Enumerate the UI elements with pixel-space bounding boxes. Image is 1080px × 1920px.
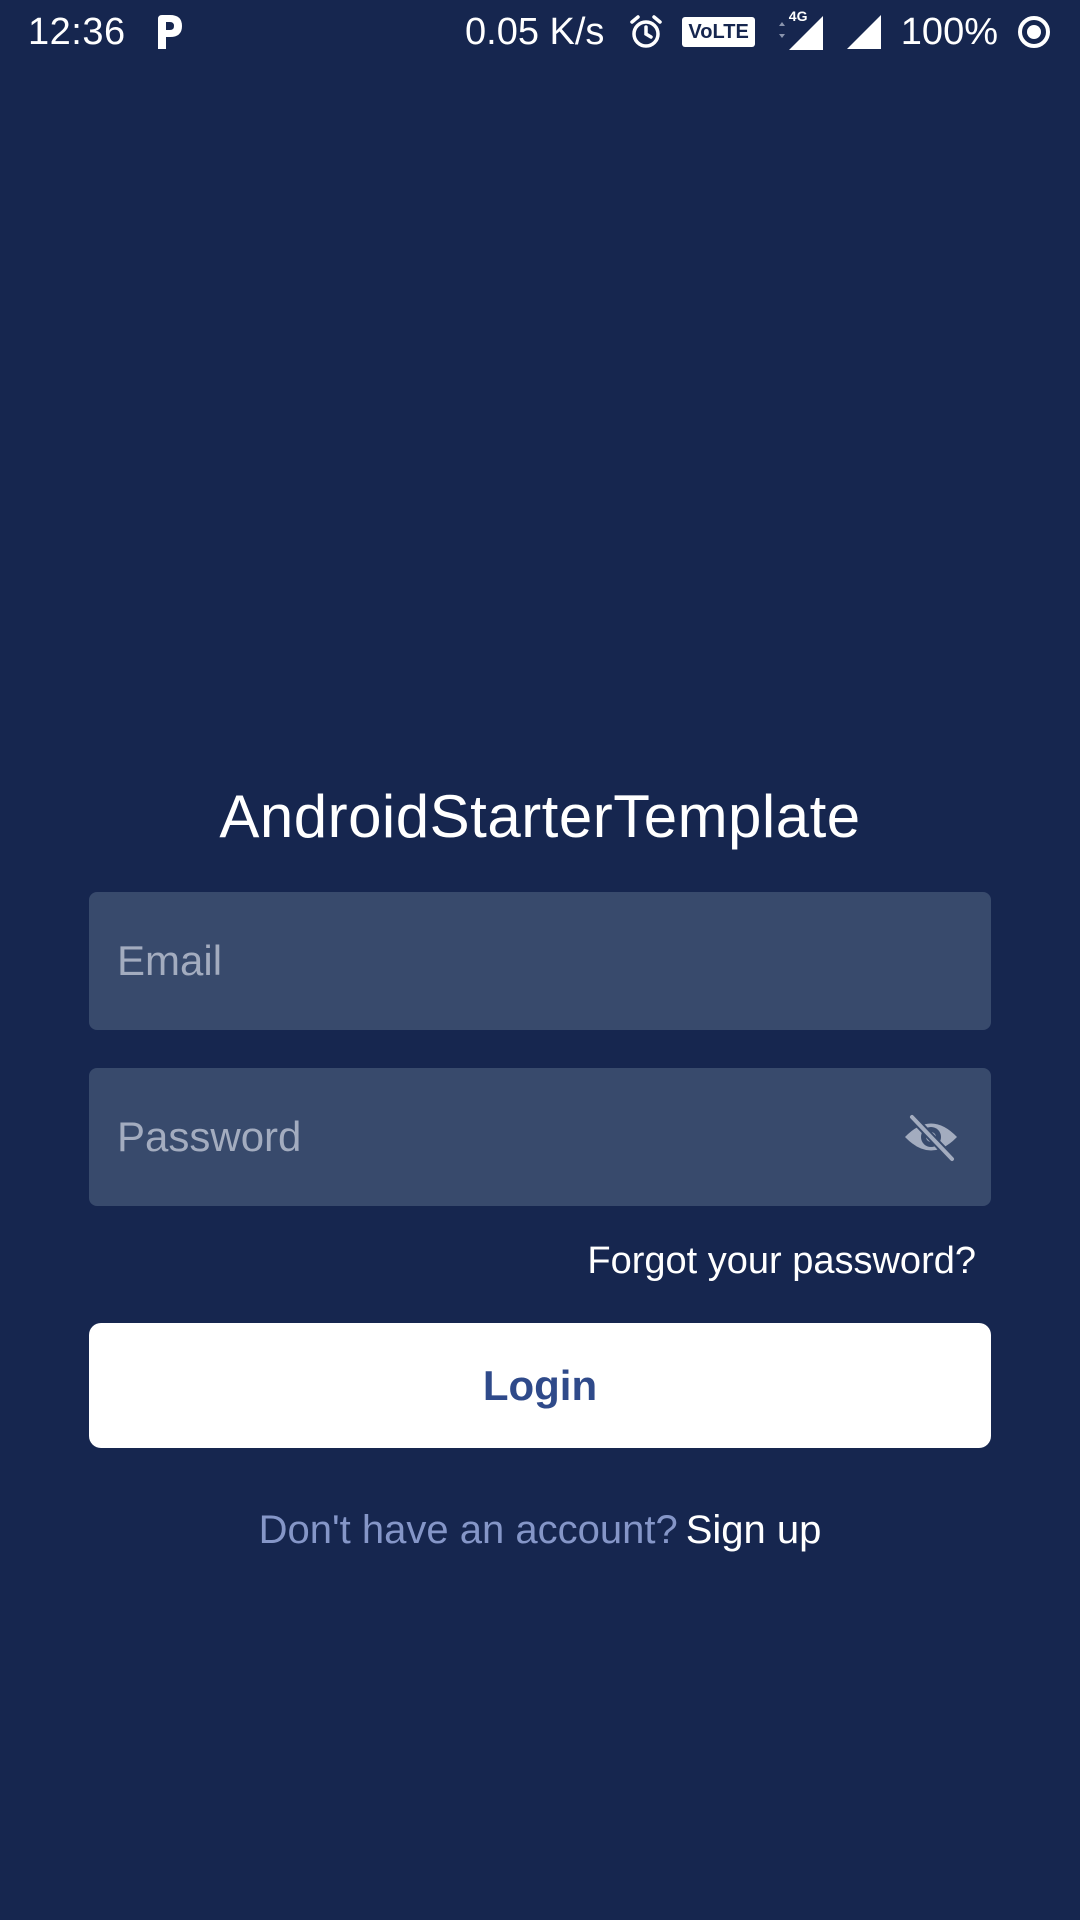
network-speed: 0.05 K/s bbox=[465, 10, 605, 53]
signup-link[interactable]: Sign up bbox=[686, 1508, 822, 1552]
network-type-label: 4G bbox=[788, 8, 808, 24]
password-field[interactable] bbox=[117, 1068, 899, 1206]
sync-icon bbox=[1016, 14, 1052, 50]
status-bar: 12:36 0.05 K/s VoLTE 4G 100% bbox=[0, 0, 1080, 64]
eye-off-icon[interactable] bbox=[899, 1105, 963, 1169]
signup-prompt: Don't have an account? bbox=[258, 1508, 678, 1552]
app-title: AndroidStarterTemplate bbox=[219, 783, 861, 850]
volte-badge: VoLTE bbox=[682, 17, 755, 47]
email-field-container[interactable] bbox=[89, 892, 991, 1030]
signup-row: Don't have an account? Sign up bbox=[0, 1508, 1080, 1553]
status-right: 0.05 K/s VoLTE 4G 100% bbox=[465, 8, 1052, 54]
login-button[interactable]: Login bbox=[89, 1323, 991, 1448]
battery-percentage: 100% bbox=[900, 10, 998, 53]
alarm-icon bbox=[628, 14, 664, 50]
parking-notification-icon bbox=[154, 13, 184, 51]
status-left: 12:36 bbox=[28, 11, 184, 54]
signal-4g-icon: 4G bbox=[773, 8, 827, 52]
status-time: 12:36 bbox=[28, 10, 126, 53]
email-field[interactable] bbox=[117, 892, 963, 1030]
signal-icon bbox=[845, 13, 883, 51]
password-field-container[interactable] bbox=[89, 1068, 991, 1206]
forgot-password-link[interactable]: Forgot your password? bbox=[587, 1240, 976, 1283]
